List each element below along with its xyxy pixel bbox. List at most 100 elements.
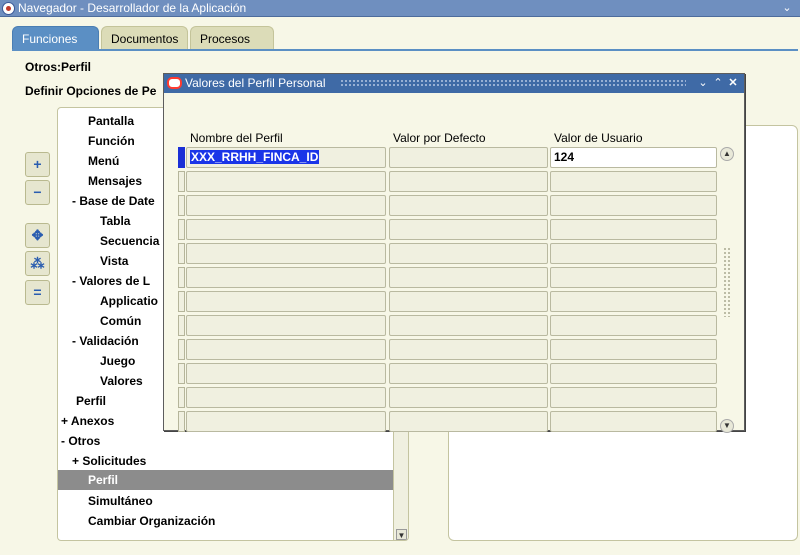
definir-label-text: Definir Opciones de Pe bbox=[25, 84, 157, 98]
tree-item[interactable]: + Solicitudes bbox=[72, 451, 146, 471]
row-indicator[interactable] bbox=[178, 291, 185, 312]
tree-item[interactable]: - Otros bbox=[61, 431, 100, 451]
row-indicator[interactable] bbox=[178, 219, 185, 240]
tab-funciones[interactable]: Funciones bbox=[12, 26, 99, 50]
user-value-cell[interactable] bbox=[550, 315, 717, 336]
default-value-cell[interactable] bbox=[389, 195, 548, 216]
default-value-cell[interactable] bbox=[389, 267, 548, 288]
user-value-cell[interactable] bbox=[550, 195, 717, 216]
row-indicator[interactable] bbox=[178, 171, 185, 192]
profile-name-cell[interactable] bbox=[186, 387, 386, 408]
default-value-cell[interactable] bbox=[389, 291, 548, 312]
close-icon[interactable]: ✕ bbox=[727, 76, 739, 90]
tree-item[interactable]: Función bbox=[88, 131, 135, 151]
tree-item[interactable]: - Base de Date bbox=[72, 191, 155, 211]
default-value-cell[interactable] bbox=[389, 243, 548, 264]
profile-name-cell[interactable] bbox=[186, 219, 386, 240]
tree-item[interactable]: Simultáneo bbox=[88, 491, 153, 511]
user-value-cell[interactable] bbox=[550, 243, 717, 264]
row-indicator[interactable] bbox=[178, 339, 185, 360]
expand-all-icon[interactable]: ⁂ bbox=[25, 251, 50, 276]
expand-branch-icon[interactable]: ✥ bbox=[25, 223, 50, 248]
row-indicator[interactable] bbox=[178, 267, 185, 288]
tree-item[interactable]: Cambiar Organización bbox=[88, 511, 215, 531]
user-value-cell[interactable] bbox=[550, 387, 717, 408]
default-value-cell[interactable] bbox=[389, 363, 548, 384]
window-titlebar: Navegador - Desarrollador de la Aplicaci… bbox=[0, 0, 800, 17]
user-value-cell[interactable] bbox=[550, 411, 717, 432]
tree-item-selected[interactable]: Perfil bbox=[58, 470, 393, 490]
user-value-cell[interactable] bbox=[550, 171, 717, 192]
user-value-cell[interactable] bbox=[550, 363, 717, 384]
row-indicator[interactable] bbox=[178, 363, 185, 384]
profile-name-cell[interactable] bbox=[186, 267, 386, 288]
tree-item[interactable]: Perfil bbox=[76, 391, 106, 411]
scroll-up-icon[interactable]: ▲ bbox=[720, 147, 734, 161]
profile-name-cell[interactable] bbox=[186, 339, 386, 360]
profile-name-cell[interactable] bbox=[186, 315, 386, 336]
tree-item[interactable]: + Anexos bbox=[61, 411, 114, 431]
user-value-cell[interactable] bbox=[550, 267, 717, 288]
row-indicator[interactable] bbox=[178, 387, 185, 408]
row-indicator[interactable] bbox=[178, 315, 185, 336]
tab-underline bbox=[12, 49, 798, 51]
dialog-scrollbar[interactable]: ▲ ▼ bbox=[720, 147, 734, 433]
profile-name-cell[interactable] bbox=[186, 411, 386, 432]
tab-procesos[interactable]: Procesos bbox=[190, 26, 274, 50]
user-value-cell[interactable] bbox=[550, 219, 717, 240]
tree-item[interactable]: Vista bbox=[100, 251, 128, 271]
user-value-cell[interactable] bbox=[550, 291, 717, 312]
collapse-all-icon[interactable]: = bbox=[25, 280, 50, 305]
tree-item[interactable]: Menú bbox=[88, 151, 119, 171]
default-value-cell[interactable] bbox=[389, 315, 548, 336]
minimize-icon[interactable]: ⌄ bbox=[780, 1, 794, 15]
minus-icon[interactable]: − bbox=[25, 180, 50, 205]
profile-name-cell[interactable] bbox=[186, 243, 386, 264]
row-indicator[interactable] bbox=[178, 243, 185, 264]
row-indicator[interactable] bbox=[178, 147, 185, 168]
col-header-user: Valor de Usuario bbox=[554, 131, 643, 145]
default-value-cell[interactable] bbox=[389, 147, 548, 168]
row-indicator[interactable] bbox=[178, 195, 185, 216]
dialog-titlebar[interactable]: Valores del Perfil Personal ⌄ ⌃ ✕ bbox=[164, 74, 744, 93]
scroll-down-icon[interactable]: ▼ bbox=[396, 529, 407, 540]
tree-item[interactable]: Mensajes bbox=[88, 171, 142, 191]
tree-item[interactable]: Juego bbox=[100, 351, 135, 371]
window-title: Navegador - Desarrollador de la Aplicaci… bbox=[18, 1, 247, 15]
tab-documentos[interactable]: Documentos bbox=[101, 26, 188, 50]
default-value-cell[interactable] bbox=[389, 219, 548, 240]
dialog-title: Valores del Perfil Personal bbox=[185, 76, 326, 90]
context-label: Otros:Perfil bbox=[25, 60, 92, 74]
minimize-icon[interactable]: ⌄ bbox=[697, 76, 709, 90]
profile-name-cell[interactable] bbox=[186, 195, 386, 216]
user-value-cell[interactable]: 124 bbox=[550, 147, 717, 168]
tree-item[interactable]: Applicatio bbox=[100, 291, 158, 311]
profile-name-cell[interactable] bbox=[186, 171, 386, 192]
plus-icon[interactable]: + bbox=[25, 152, 50, 177]
app-icon bbox=[2, 2, 15, 15]
tree-item[interactable]: Secuencia bbox=[100, 231, 159, 251]
user-value-cell[interactable] bbox=[550, 339, 717, 360]
tree-item[interactable]: Común bbox=[100, 311, 141, 331]
col-header-default: Valor por Defecto bbox=[393, 131, 486, 145]
profile-name-value: XXX_RRHH_FINCA_ID bbox=[190, 150, 320, 164]
default-value-cell[interactable] bbox=[389, 339, 548, 360]
scroll-grip[interactable] bbox=[723, 247, 731, 317]
profile-name-cell[interactable] bbox=[186, 291, 386, 312]
profile-values-dialog: Valores del Perfil Personal ⌄ ⌃ ✕ Nombre… bbox=[163, 73, 745, 433]
tree-item[interactable]: - Validación bbox=[72, 331, 139, 351]
titlebar-grip bbox=[340, 79, 686, 88]
default-value-cell[interactable] bbox=[389, 387, 548, 408]
default-value-cell[interactable] bbox=[389, 171, 548, 192]
maximize-icon[interactable]: ⌃ bbox=[712, 76, 724, 90]
tree-item[interactable]: Tabla bbox=[100, 211, 130, 231]
tree-item[interactable]: Valores bbox=[100, 371, 143, 391]
profile-name-cell[interactable] bbox=[186, 363, 386, 384]
scroll-down-icon[interactable]: ▼ bbox=[720, 419, 734, 433]
tree-item[interactable]: - Valores de L bbox=[72, 271, 150, 291]
col-header-name: Nombre del Perfil bbox=[190, 131, 283, 145]
profile-name-cell[interactable]: XXX_RRHH_FINCA_ID bbox=[186, 147, 386, 168]
row-indicator[interactable] bbox=[178, 411, 185, 432]
tree-item[interactable]: Pantalla bbox=[88, 111, 134, 131]
default-value-cell[interactable] bbox=[389, 411, 548, 432]
